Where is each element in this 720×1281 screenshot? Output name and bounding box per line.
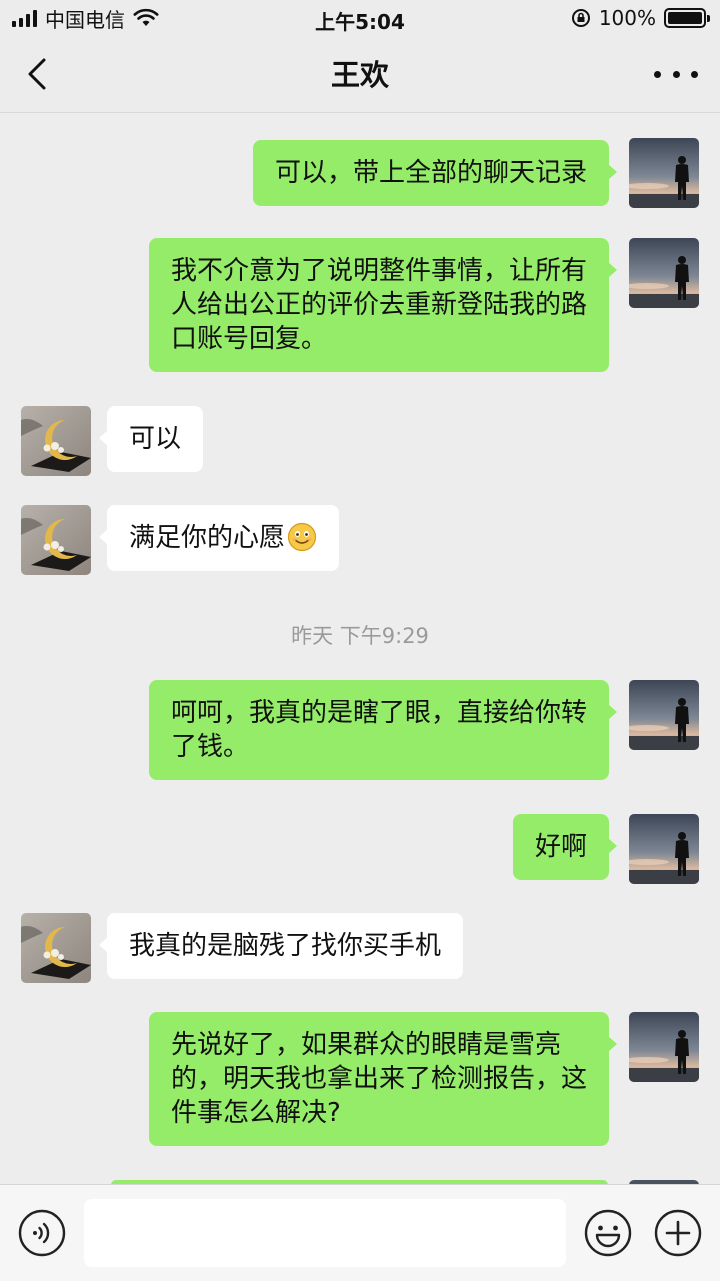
emoji-icon[interactable] xyxy=(584,1209,632,1257)
plus-icon[interactable] xyxy=(654,1209,702,1257)
status-bar: 中国电信 上午5:04 100% xyxy=(0,0,720,36)
message-bubble[interactable]: 呵呵，我真的是瞎了眼，直接给你转 了钱。 xyxy=(148,680,618,780)
battery-percent: 100% xyxy=(598,6,656,30)
input-bar xyxy=(0,1184,720,1281)
my-avatar[interactable] xyxy=(629,814,699,884)
message-bubble[interactable]: 我真的是脑残了找你买手机 xyxy=(98,913,464,979)
contact-avatar[interactable] xyxy=(21,406,91,476)
message-bubble[interactable]: 可以，带上全部的聊天记录 xyxy=(252,140,618,206)
rotation-lock-icon xyxy=(571,9,590,27)
message-timestamp: 昨天 下午9:29 xyxy=(291,624,429,648)
my-avatar[interactable] xyxy=(629,1012,699,1082)
my-avatar[interactable] xyxy=(629,680,699,750)
message-bubble[interactable]: 先说好了，如果群众的眼睛是雪亮 的，明天我也拿出来了检测报告，这 件事怎么解决? xyxy=(148,1012,618,1146)
battery-icon xyxy=(664,8,710,28)
message-text: 满足你的心愿 xyxy=(129,523,286,553)
message-input[interactable] xyxy=(84,1199,566,1267)
my-avatar[interactable] xyxy=(629,138,699,208)
contact-avatar[interactable] xyxy=(21,913,91,983)
message-bubble[interactable]: 好啊 xyxy=(512,814,618,880)
message-bubble[interactable]: 可以 xyxy=(98,406,204,472)
my-avatar[interactable] xyxy=(629,238,699,308)
smile-emoji-icon xyxy=(287,522,317,552)
chat-title: 王欢 xyxy=(330,58,389,92)
chat-header: 王欢 xyxy=(0,36,720,113)
more-options-icon[interactable] xyxy=(654,62,698,86)
message-bubble[interactable]: 我不介意为了说明整件事情，让所有 人给出公正的评价去重新登陆我的路 口账号回复。 xyxy=(148,238,618,372)
voice-icon[interactable] xyxy=(18,1209,66,1257)
contact-avatar[interactable] xyxy=(21,505,91,575)
message-bubble[interactable]: 满足你的心愿 xyxy=(98,505,340,571)
